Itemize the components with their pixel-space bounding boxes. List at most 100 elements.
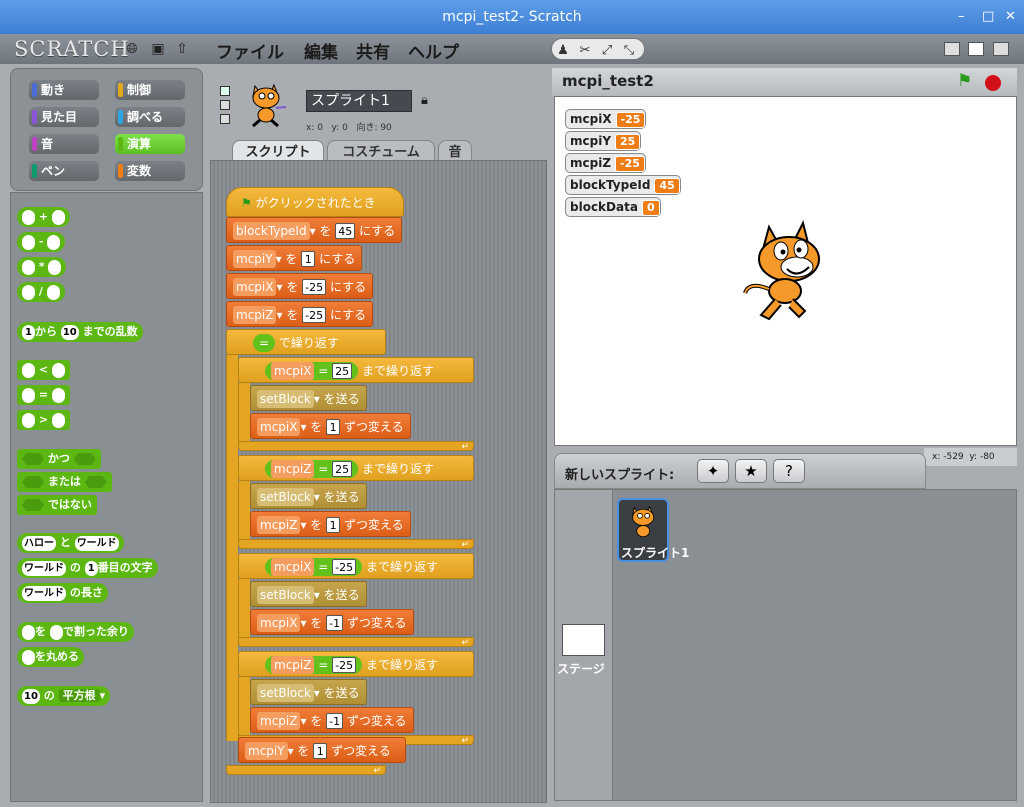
block-join[interactable]: ハロー と ワールド <box>17 533 124 553</box>
variable-dropdown[interactable]: blockTypeId <box>233 222 310 240</box>
equals-condition[interactable]: mcpiZ = -25 <box>265 656 363 674</box>
presentation-button[interactable] <box>993 42 1009 56</box>
no-rotate-icon[interactable] <box>220 114 230 124</box>
variable-monitor[interactable]: blockTypeId 45 <box>565 175 681 195</box>
block-less-than[interactable]: < <box>17 360 70 380</box>
choose-sprite-button[interactable]: ★ <box>735 459 767 483</box>
block-divide[interactable]: / <box>17 282 65 302</box>
close-button[interactable]: ✕ <box>1005 0 1016 34</box>
block-add[interactable]: + <box>17 207 70 227</box>
variable-dropdown[interactable]: mcpiZ <box>233 306 277 324</box>
block-not[interactable]: ではない <box>17 495 97 515</box>
variable-dropdown[interactable]: mcpiX <box>257 614 301 632</box>
number-input[interactable]: 1 <box>326 517 341 533</box>
variable-monitor[interactable]: mcpiX -25 <box>565 109 647 129</box>
message-dropdown[interactable]: setBlock <box>257 390 314 408</box>
menu-help[interactable]: ヘルプ <box>408 38 459 63</box>
repeat-until-block[interactable]: mcpiZ = -25 まで繰り返す <box>238 651 474 677</box>
broadcast-block[interactable]: setBlock ▾ を送る <box>250 581 367 607</box>
variable-dropdown[interactable]: mcpiZ <box>257 712 301 730</box>
block-sqrt[interactable]: 10 の 平方根 ▾ <box>17 686 111 706</box>
number-input[interactable]: -25 <box>302 279 327 295</box>
number-input[interactable]: 1 <box>313 743 328 759</box>
variable-dropdown[interactable]: mcpiX <box>233 278 277 296</box>
flip-style-icon[interactable] <box>220 100 230 110</box>
number-input[interactable]: -1 <box>326 713 344 729</box>
number-input[interactable]: 25 <box>332 363 353 379</box>
repeat-until-block[interactable]: mcpiZ = 25 まで繰り返す <box>238 455 474 481</box>
variable-dropdown[interactable]: mcpiZ <box>257 516 301 534</box>
number-input[interactable]: -25 <box>332 559 357 575</box>
number-input[interactable]: 45 <box>335 223 356 239</box>
number-input[interactable]: 1 <box>301 251 316 267</box>
change-var-block[interactable]: mcpiZ ▾ を 1 ずつ変える <box>250 511 411 537</box>
repeat-until-block[interactable]: mcpiX = 25 まで繰り返す <box>238 357 474 383</box>
variable-monitor[interactable]: blockData 0 <box>565 197 661 217</box>
category-sound[interactable]: 音 <box>29 134 99 154</box>
repeat-until-block[interactable]: mcpiX = -25 まで繰り返す <box>238 553 474 579</box>
set-var-block[interactable]: mcpiZ ▾ を -25 にする <box>226 301 374 327</box>
when-flag-clicked-block[interactable]: ⚑ がクリックされたとき <box>226 187 404 217</box>
variable-dropdown[interactable]: mcpiY <box>233 250 276 268</box>
block-equals[interactable]: = <box>17 385 70 405</box>
duplicate-icon[interactable]: ♟ <box>552 41 574 61</box>
set-var-block[interactable]: blockTypeId ▾ を 45 にする <box>226 217 403 243</box>
equals-condition[interactable]: mcpiX = 25 <box>265 362 359 380</box>
change-var-block[interactable]: mcpiX ▾ を 1 ずつ変える <box>250 413 411 439</box>
random-sprite-button[interactable]: ? <box>773 459 805 483</box>
variable-monitor[interactable]: mcpiZ -25 <box>565 153 646 173</box>
broadcast-block[interactable]: setBlock ▾ を送る <box>250 679 367 705</box>
function-dropdown[interactable]: 平方根 <box>58 689 100 702</box>
share-icon[interactable]: ⇧ <box>174 41 190 57</box>
scratch-cat-sprite[interactable] <box>739 219 835 323</box>
number-input[interactable]: 25 <box>332 461 353 477</box>
menu-edit[interactable]: 編集 <box>304 38 338 63</box>
paint-sprite-button[interactable]: ✦ <box>697 459 729 483</box>
green-flag-button[interactable]: ⚑ <box>957 71 972 91</box>
stop-button[interactable] <box>985 75 1001 91</box>
repeat-until-block[interactable]: = で繰り返す <box>226 329 386 355</box>
small-stage-button[interactable] <box>944 42 960 56</box>
equals-condition[interactable]: = <box>253 334 276 352</box>
category-operators[interactable]: 演算 <box>115 134 185 154</box>
save-icon[interactable]: ▣ <box>150 41 166 57</box>
menu-file[interactable]: ファイル <box>216 38 284 63</box>
block-and[interactable]: かつ <box>17 449 101 469</box>
variable-dropdown[interactable]: mcpiY <box>245 742 288 760</box>
grow-icon[interactable]: ⤢ <box>596 41 618 61</box>
shrink-icon[interactable]: ⤡ <box>618 41 640 61</box>
change-var-block[interactable]: mcpiZ ▾ を -1 ずつ変える <box>250 707 414 733</box>
normal-stage-button[interactable] <box>968 42 984 56</box>
block-letter-of[interactable]: ワールド の 1 番目の文字 <box>17 558 158 578</box>
block-round[interactable]: を丸める <box>17 647 84 667</box>
block-random[interactable]: 1 から 10 までの乱数 <box>17 322 143 342</box>
sprite-name-field[interactable]: スプライト1 <box>306 90 412 112</box>
block-length-of[interactable]: ワールド の長さ <box>17 583 108 603</box>
stage-canvas[interactable]: mcpiX -25 mcpiY 25 mcpiZ -25 blockTypeId 45 bloc… <box>554 96 1017 446</box>
set-var-block[interactable]: mcpiY ▾ を 1 にする <box>226 245 363 271</box>
category-sensing[interactable]: 調べる <box>115 107 185 127</box>
number-input[interactable]: 1 <box>326 419 341 435</box>
message-dropdown[interactable]: setBlock <box>257 488 314 506</box>
globe-icon[interactable]: 🌐︎ <box>124 41 140 57</box>
category-variables[interactable]: 変数 <box>115 161 185 181</box>
sprite-thumbnail[interactable]: スプライト1 <box>617 498 689 562</box>
lock-icon[interactable]: 🔒︎ <box>421 93 428 108</box>
variable-monitor[interactable]: mcpiY 25 <box>565 131 642 151</box>
category-motion[interactable]: 動き <box>29 80 99 100</box>
minimize-button[interactable]: – <box>958 0 965 34</box>
maximize-button[interactable]: □ <box>982 0 994 34</box>
block-greater-than[interactable]: > <box>17 410 70 430</box>
number-input[interactable]: -1 <box>326 615 344 631</box>
variable-dropdown[interactable]: mcpiX <box>257 418 301 436</box>
block-or[interactable]: または <box>17 472 112 492</box>
change-var-block[interactable]: mcpiY ▾ を 1 ずつ変える <box>238 737 406 763</box>
block-mod[interactable]: を で割った余り <box>17 622 134 642</box>
equals-condition[interactable]: mcpiZ = 25 <box>265 460 359 478</box>
rotate-style-icon[interactable] <box>220 86 230 96</box>
broadcast-block[interactable]: setBlock ▾ を送る <box>250 483 367 509</box>
delete-icon[interactable]: ✂ <box>574 41 596 61</box>
message-dropdown[interactable]: setBlock <box>257 586 314 604</box>
set-var-block[interactable]: mcpiX ▾ を -25 にする <box>226 273 374 299</box>
category-looks[interactable]: 見た目 <box>29 107 99 127</box>
